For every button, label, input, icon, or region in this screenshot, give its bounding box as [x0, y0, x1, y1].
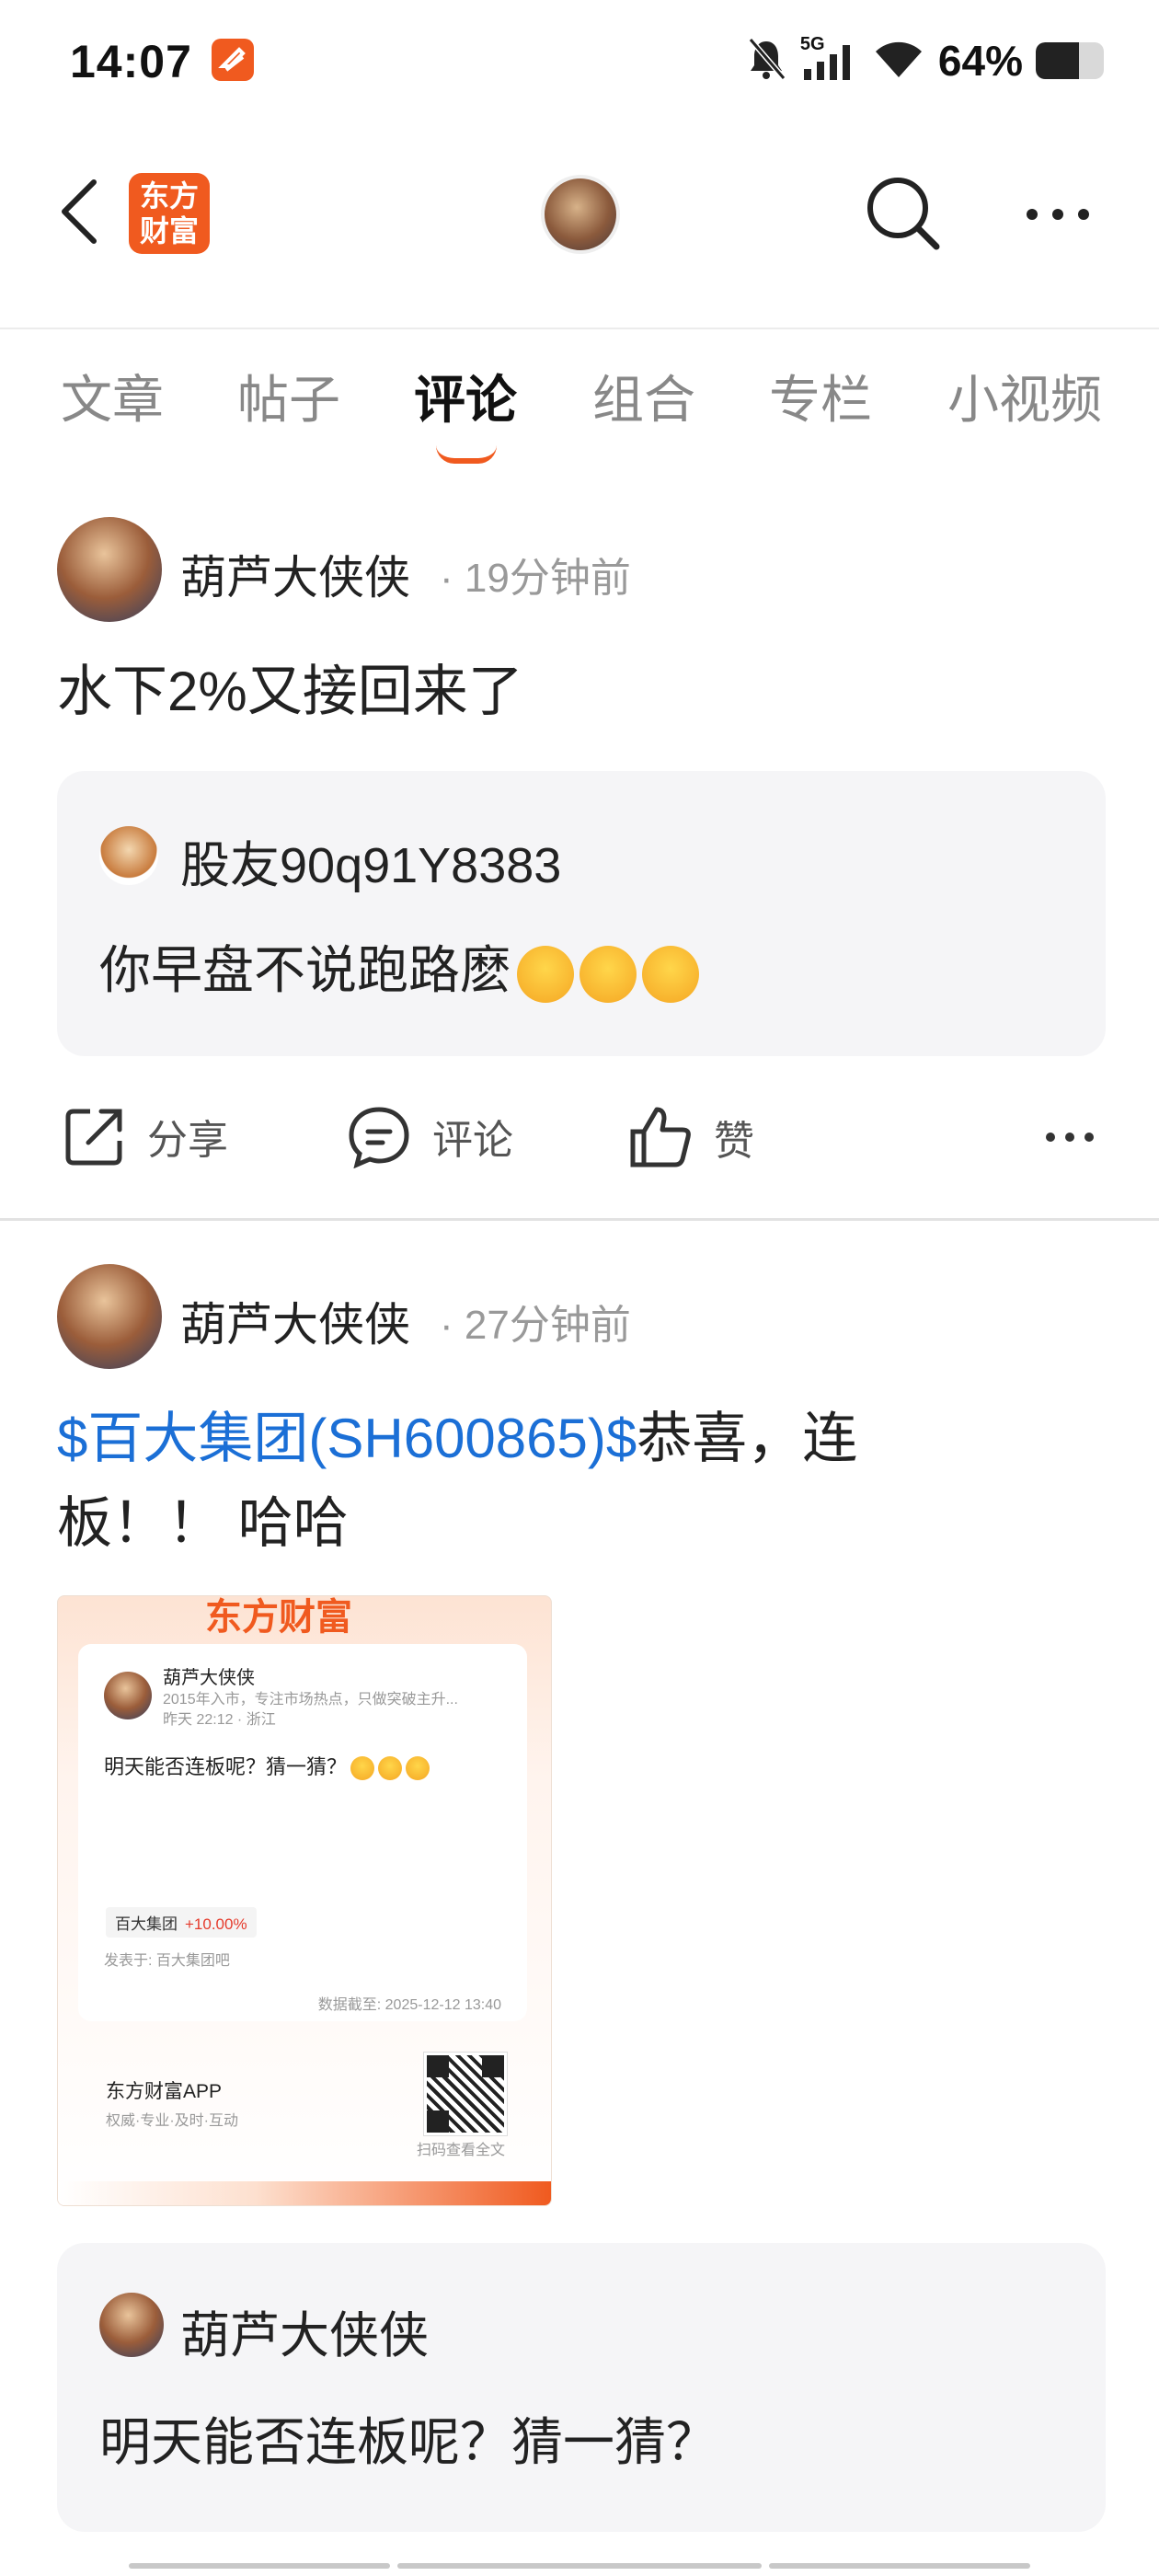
tab-articles[interactable]: 文章 — [61, 359, 164, 433]
comment-icon — [349, 1107, 409, 1168]
card-text: 明天能否连板呢？猜一猜？ — [104, 1755, 348, 1778]
back-button[interactable] — [53, 175, 109, 248]
brand-logo-text: 东方财富 — [139, 179, 199, 247]
tab-bar: 文章 帖子 评论 组合 专栏 小视频 — [0, 359, 1159, 442]
search-icon — [867, 178, 940, 250]
battery-percent: 64% — [937, 37, 1023, 85]
card-avatar — [104, 1672, 152, 1719]
card-bio: 2015年入市，专注市场热点，只做突破主升... — [163, 1692, 458, 1708]
post-time: · 27分钟前 — [440, 1303, 631, 1348]
smile-emoji-icon — [350, 1756, 375, 1781]
comment-button[interactable]: 评论 — [346, 1104, 513, 1168]
comment-label: 评论 — [432, 1118, 513, 1163]
like-label: 赞 — [714, 1119, 754, 1164]
card-stock-change: +10.00% — [185, 1915, 247, 1933]
status-icons: 5G 64% — [745, 33, 1104, 88]
quoted-post[interactable]: 葫芦大侠侠 明天能否连板呢？猜一猜？ — [57, 2243, 1106, 2532]
quote-text: 你早盘不说跑路麽 — [99, 941, 511, 999]
quote-avatar[interactable] — [99, 2293, 164, 2357]
tab-short-video[interactable]: 小视频 — [947, 359, 1102, 433]
bottom-indicator-segment — [397, 2563, 762, 2569]
battery-icon — [1036, 42, 1104, 79]
card-brand-logo: 东方财富 — [205, 1597, 352, 1638]
laughing-crying-emoji-icon — [517, 946, 574, 1004]
thumbs-up-icon — [630, 1107, 691, 1167]
bottom-indicator-segment — [129, 2563, 390, 2569]
card-stock-tag: 百大集团 +10.00% — [106, 1907, 257, 1938]
quote-text: 明天能否连板呢？猜一猜？ — [99, 2413, 717, 2471]
card-qr-caption: 扫码查看全文 — [417, 2143, 506, 2158]
smile-emoji-icon — [406, 1756, 430, 1781]
profile-avatar[interactable] — [541, 175, 620, 254]
card-app-name: 东方财富APP — [106, 2081, 223, 2102]
tab-column[interactable]: 专栏 — [769, 359, 872, 433]
brand-logo[interactable]: 东方财富 — [129, 173, 210, 254]
post-more-button[interactable] — [1043, 1128, 1096, 1146]
post-text[interactable]: $百大集团(SH600865)$恭喜，连 板！！ 哈哈 — [57, 1397, 1069, 1566]
smile-emoji-icon — [378, 1756, 403, 1781]
search-button[interactable] — [863, 173, 942, 252]
card-data-time: 数据截至: 2025-12-12 13:40 — [317, 1997, 501, 2013]
post-author[interactable]: 葫芦大侠侠 — [180, 541, 410, 607]
quote-avatar[interactable] — [99, 826, 158, 885]
quote-text-line: 你早盘不说跑路麽 — [99, 929, 699, 1004]
card-author: 葫芦大侠侠 — [163, 1668, 255, 1688]
more-button[interactable] — [1021, 201, 1095, 228]
card-meta: 昨天 22:12 · 浙江 — [163, 1712, 276, 1728]
status-time: 14:07 — [70, 36, 192, 87]
post-text[interactable]: 水下2%又接回来了 — [57, 650, 523, 734]
share-button[interactable]: 分享 — [63, 1104, 228, 1168]
share-card-image[interactable]: 东方财富 葫芦大侠侠 2015年入市，专注市场热点，只做突破主升... 昨天 2… — [57, 1595, 552, 2206]
more-horizontal-icon — [1027, 209, 1089, 220]
avatar[interactable] — [57, 517, 162, 622]
share-label: 分享 — [147, 1118, 228, 1163]
quote-author[interactable]: 股友90q91Y8383 — [180, 824, 561, 897]
card-content: 葫芦大侠侠 2015年入市，专注市场热点，只做突破主升... 昨天 22:12 … — [78, 1644, 527, 2021]
chevron-left-icon — [62, 179, 97, 244]
tab-comments[interactable]: 评论 — [414, 359, 517, 433]
signal-5g-icon: 5G — [800, 34, 859, 84]
battery-fill — [1036, 42, 1080, 79]
laughing-crying-emoji-icon — [580, 946, 637, 1004]
laughing-crying-emoji-icon — [642, 946, 699, 1004]
card-bottom-bar — [58, 2181, 551, 2205]
post-author[interactable]: 葫芦大侠侠 — [180, 1288, 410, 1354]
like-button[interactable]: 赞 — [627, 1104, 754, 1170]
header-divider — [0, 328, 1159, 329]
tab-portfolio[interactable]: 组合 — [592, 359, 695, 433]
post-time: · 19分钟前 — [440, 556, 631, 601]
post-divider — [0, 1218, 1159, 1221]
quote-author[interactable]: 葫芦大侠侠 — [180, 2294, 429, 2367]
quoted-comment[interactable]: 股友90q91Y8383 你早盘不说跑路麽 — [57, 771, 1106, 1056]
tab-posts[interactable]: 帖子 — [237, 359, 340, 433]
bottom-indicator-segment — [769, 2563, 1030, 2569]
more-horizontal-icon — [1046, 1133, 1094, 1142]
post-text-rest: 恭喜，连 — [637, 1408, 858, 1469]
card-app-tagline: 权威·专业·及时·互动 — [106, 2113, 238, 2129]
share-icon — [65, 1109, 122, 1166]
qr-code — [423, 2052, 508, 2136]
avatar[interactable] — [57, 1264, 162, 1369]
stock-link[interactable]: $百大集团(SH600865)$ — [57, 1408, 637, 1469]
post-text-line2: 板！！ 哈哈 — [57, 1492, 349, 1554]
card-text-line: 明天能否连板呢？猜一猜？ — [104, 1751, 430, 1781]
wifi-icon — [872, 37, 925, 86]
active-tab-indicator — [436, 445, 497, 464]
card-posted-in: 发表于: 百大集团吧 — [104, 1953, 230, 1969]
card-stock-name: 百大集团 — [115, 1915, 178, 1933]
notification-app-icon — [212, 39, 254, 81]
mute-bell-icon — [745, 36, 787, 86]
